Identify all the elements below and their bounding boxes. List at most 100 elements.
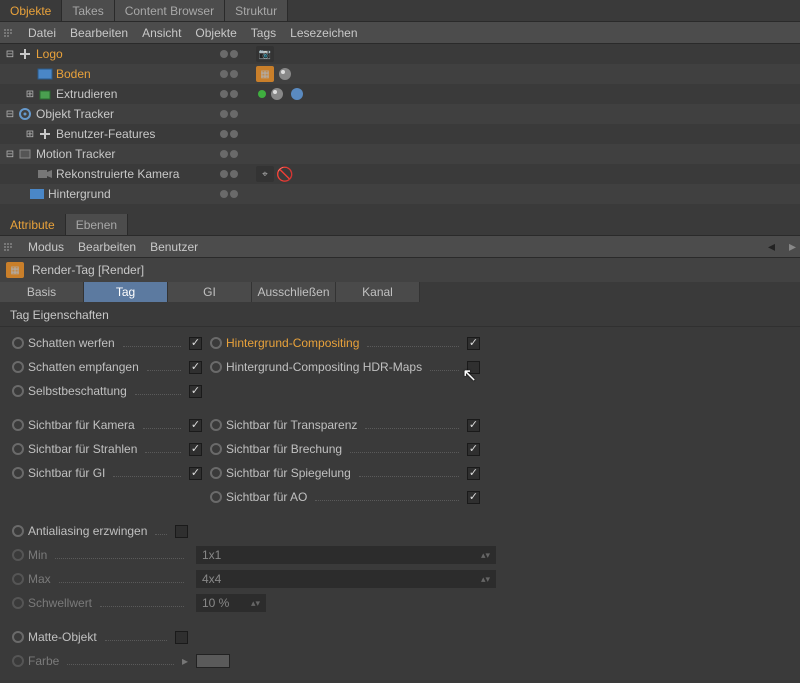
menu-edit[interactable]: Bearbeiten bbox=[70, 26, 128, 40]
anim-ring-icon[interactable] bbox=[12, 631, 24, 643]
tree-row-extrude[interactable]: ⊞ Extrudieren bbox=[0, 84, 800, 104]
material-tag-icon[interactable] bbox=[276, 66, 294, 82]
expander-icon[interactable]: ⊞ bbox=[24, 129, 36, 140]
phong-tag-icon[interactable] bbox=[288, 86, 306, 102]
render-dot-icon[interactable] bbox=[230, 50, 238, 58]
anim-ring-icon[interactable] bbox=[12, 361, 24, 373]
checkbox-bg-compositing[interactable]: ✓ bbox=[467, 337, 480, 350]
anim-ring-icon[interactable] bbox=[12, 467, 24, 479]
enable-check-icon[interactable] bbox=[258, 90, 266, 98]
visibility-dot-icon[interactable] bbox=[220, 50, 228, 58]
field-max[interactable]: 4x4▴▾ bbox=[196, 570, 496, 588]
anim-ring-icon[interactable] bbox=[12, 573, 24, 585]
visibility-dot-icon[interactable] bbox=[220, 130, 228, 138]
subtab-gi[interactable]: GI bbox=[168, 282, 252, 302]
stepper-icon[interactable]: ▴▾ bbox=[481, 550, 490, 561]
expander-icon[interactable]: ⊞ bbox=[24, 89, 36, 100]
checkbox-visible-transparency[interactable]: ✓ bbox=[467, 419, 480, 432]
checkbox-bg-compositing-hdr[interactable]: ✓ bbox=[467, 361, 480, 374]
menu-bookmarks[interactable]: Lesezeichen bbox=[290, 26, 357, 40]
material-tag-icon[interactable] bbox=[268, 86, 286, 102]
tree-row-object-tracker[interactable]: ⊟ Objekt Tracker bbox=[0, 104, 800, 124]
tab-objects[interactable]: Objekte bbox=[0, 0, 62, 21]
tab-structure[interactable]: Struktur bbox=[225, 0, 288, 21]
nav-forward-icon[interactable]: ▸ bbox=[789, 238, 796, 255]
visibility-dot-icon[interactable] bbox=[220, 110, 228, 118]
anim-ring-icon[interactable] bbox=[12, 655, 24, 667]
menu-mode[interactable]: Modus bbox=[28, 240, 64, 254]
subtab-exclude[interactable]: Ausschließen bbox=[252, 282, 336, 302]
anim-ring-icon[interactable] bbox=[12, 337, 24, 349]
tab-attribute[interactable]: Attribute bbox=[0, 214, 66, 235]
anim-ring-icon[interactable] bbox=[210, 467, 222, 479]
field-min[interactable]: 1x1▴▾ bbox=[196, 546, 496, 564]
checkbox-matte-object[interactable]: ✓ bbox=[175, 631, 188, 644]
anim-ring-icon[interactable] bbox=[12, 549, 24, 561]
anim-ring-icon[interactable] bbox=[12, 525, 24, 537]
nav-back-icon[interactable]: ◂ bbox=[768, 238, 775, 255]
tree-row-motion-tracker[interactable]: ⊟ Motion Tracker bbox=[0, 144, 800, 164]
subtab-channel[interactable]: Kanal bbox=[336, 282, 420, 302]
field-threshold[interactable]: 10 %▴▾ bbox=[196, 594, 266, 612]
anim-ring-icon[interactable] bbox=[210, 337, 222, 349]
menu-user[interactable]: Benutzer bbox=[150, 240, 198, 254]
anim-ring-icon[interactable] bbox=[12, 443, 24, 455]
checkbox-visible-rays[interactable]: ✓ bbox=[189, 443, 202, 456]
render-tag-icon[interactable]: ▦ bbox=[256, 66, 274, 82]
render-dot-icon[interactable] bbox=[230, 150, 238, 158]
anim-ring-icon[interactable] bbox=[210, 419, 222, 431]
stepper-icon[interactable]: ▴▾ bbox=[251, 598, 260, 609]
checkbox-visible-reflection[interactable]: ✓ bbox=[467, 467, 480, 480]
anim-ring-icon[interactable] bbox=[12, 597, 24, 609]
menu-objects[interactable]: Objekte bbox=[195, 26, 236, 40]
render-dot-icon[interactable] bbox=[230, 190, 238, 198]
disabled-tag-icon[interactable]: 🚫 bbox=[276, 166, 294, 182]
render-dot-icon[interactable] bbox=[230, 110, 238, 118]
anim-ring-icon[interactable] bbox=[12, 385, 24, 397]
tag-icon[interactable]: 📷 bbox=[256, 46, 274, 62]
anim-ring-icon[interactable] bbox=[210, 491, 222, 503]
expander-icon[interactable]: ⊟ bbox=[4, 109, 16, 120]
label-force-aa: Antialiasing erzwingen bbox=[28, 524, 147, 538]
menu-tags[interactable]: Tags bbox=[251, 26, 276, 40]
tree-row-user-features[interactable]: ⊞ Benutzer-Features bbox=[0, 124, 800, 144]
expander-icon[interactable]: ⊟ bbox=[4, 49, 16, 60]
render-dot-icon[interactable] bbox=[230, 90, 238, 98]
menu-file[interactable]: Datei bbox=[28, 26, 56, 40]
menu-view[interactable]: Ansicht bbox=[142, 26, 181, 40]
expand-arrow-icon[interactable]: ▸ bbox=[182, 654, 188, 668]
checkbox-visible-gi[interactable]: ✓ bbox=[189, 467, 202, 480]
tree-row-background[interactable]: Hintergrund bbox=[0, 184, 800, 204]
anim-ring-icon[interactable] bbox=[210, 443, 222, 455]
visibility-dot-icon[interactable] bbox=[220, 70, 228, 78]
checkbox-receive-shadow[interactable]: ✓ bbox=[189, 361, 202, 374]
tab-takes[interactable]: Takes bbox=[62, 0, 114, 21]
subtab-basis[interactable]: Basis bbox=[0, 282, 84, 302]
tree-row-recon-camera[interactable]: Rekonstruierte Kamera ⌖ 🚫 bbox=[0, 164, 800, 184]
expander-icon[interactable]: ⊟ bbox=[4, 149, 16, 160]
render-dot-icon[interactable] bbox=[230, 170, 238, 178]
target-tag-icon[interactable]: ⌖ bbox=[256, 166, 274, 182]
tree-row-logo[interactable]: ⊟ Logo 📷 bbox=[0, 44, 800, 64]
checkbox-cast-shadow[interactable]: ✓ bbox=[189, 337, 202, 350]
stepper-icon[interactable]: ▴▾ bbox=[481, 574, 490, 585]
checkbox-force-aa[interactable]: ✓ bbox=[175, 525, 188, 538]
subtab-tag[interactable]: Tag bbox=[84, 282, 168, 302]
checkbox-self-shadow[interactable]: ✓ bbox=[189, 385, 202, 398]
checkbox-visible-refraction[interactable]: ✓ bbox=[467, 443, 480, 456]
visibility-dot-icon[interactable] bbox=[220, 90, 228, 98]
visibility-dot-icon[interactable] bbox=[220, 170, 228, 178]
visibility-dot-icon[interactable] bbox=[220, 190, 228, 198]
checkbox-visible-camera[interactable]: ✓ bbox=[189, 419, 202, 432]
visibility-dot-icon[interactable] bbox=[220, 150, 228, 158]
render-dot-icon[interactable] bbox=[230, 70, 238, 78]
render-dot-icon[interactable] bbox=[230, 130, 238, 138]
tree-row-boden[interactable]: Boden ▦ bbox=[0, 64, 800, 84]
checkbox-visible-ao[interactable]: ✓ bbox=[467, 491, 480, 504]
tab-content-browser[interactable]: Content Browser bbox=[115, 0, 225, 21]
anim-ring-icon[interactable] bbox=[12, 419, 24, 431]
menu-edit[interactable]: Bearbeiten bbox=[78, 240, 136, 254]
color-swatch[interactable] bbox=[196, 654, 230, 668]
anim-ring-icon[interactable] bbox=[210, 361, 222, 373]
tab-layers[interactable]: Ebenen bbox=[66, 214, 128, 235]
